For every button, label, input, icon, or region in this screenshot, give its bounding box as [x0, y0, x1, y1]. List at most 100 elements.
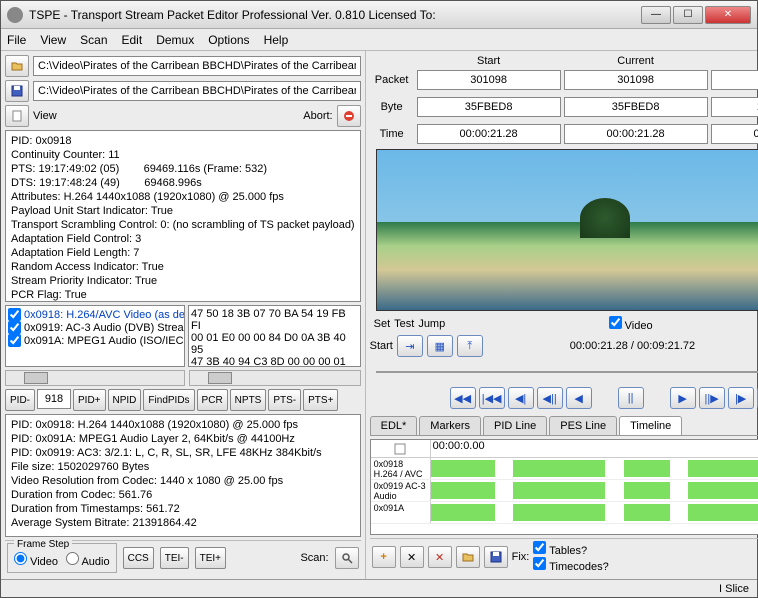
tab-timeline[interactable]: Timeline: [619, 416, 682, 435]
open-edl-button[interactable]: [456, 546, 480, 568]
folder-icon: [462, 551, 474, 563]
next-frame-button[interactable]: ||▶: [699, 387, 725, 409]
pid-list[interactable]: 0x0918: H.264/AVC Video (as defi 0x0919:…: [5, 305, 185, 367]
minimize-button[interactable]: —: [641, 6, 671, 24]
frame-audio-radio[interactable]: [66, 552, 79, 565]
pid-value[interactable]: [37, 389, 71, 409]
add-button[interactable]: +: [372, 546, 396, 568]
menu-demux[interactable]: Demux: [156, 33, 194, 47]
scan-button[interactable]: [335, 547, 359, 569]
byte-start[interactable]: [417, 97, 561, 117]
row-byte-label: Byte: [370, 101, 414, 113]
timeline-icon: [394, 443, 406, 455]
step-back-button[interactable]: ◀|: [508, 387, 534, 409]
set-start-button[interactable]: ⇥: [397, 335, 423, 357]
menu-scan[interactable]: Scan: [80, 33, 107, 47]
rewind-fast-button[interactable]: ◀◀: [450, 387, 476, 409]
stop-icon: [343, 110, 355, 122]
time-start[interactable]: [417, 124, 561, 144]
magnify-icon: [341, 552, 353, 564]
packet-end[interactable]: [711, 70, 758, 90]
packet-info-panel[interactable]: PID: 0x0918 Continuity Counter: 11 PTS: …: [5, 130, 361, 302]
ccs-button[interactable]: CCS: [123, 547, 154, 569]
save-edl-button[interactable]: [484, 546, 508, 568]
pts-plus-button[interactable]: PTS+: [303, 389, 338, 411]
row-time-label: Time: [370, 128, 414, 140]
packet-current[interactable]: [564, 70, 708, 90]
start-label: Start: [370, 340, 393, 352]
npid-button[interactable]: NPID: [108, 389, 142, 411]
floppy-icon: [490, 551, 502, 563]
seek-slider[interactable]: [376, 362, 758, 382]
time-end[interactable]: [711, 124, 758, 144]
fix-label: Fix:: [512, 551, 530, 563]
packet-start[interactable]: [417, 70, 561, 90]
tei-minus-button[interactable]: TEI-: [160, 547, 189, 569]
pause-button[interactable]: ||: [618, 387, 644, 409]
save-out-button[interactable]: [5, 80, 29, 102]
remove-button[interactable]: ✕: [428, 546, 452, 568]
maximize-button[interactable]: ☐: [673, 6, 703, 24]
rewind-button[interactable]: |◀◀: [479, 387, 505, 409]
pid-check-091a[interactable]: [8, 334, 21, 347]
fix-timecodes-check[interactable]: [533, 557, 546, 570]
findpids-button[interactable]: FindPIDs: [143, 389, 194, 411]
timeline-panel[interactable]: 00:00:0.0000:09:21.72 0x0918 H.264 / AVC…: [370, 439, 758, 535]
menu-bar: File View Scan Edit Demux Options Help: [1, 29, 757, 51]
menu-view[interactable]: View: [40, 33, 66, 47]
pid-scroll[interactable]: [5, 370, 185, 386]
video-checkbox[interactable]: [609, 316, 622, 329]
fix-tables-check[interactable]: [533, 541, 546, 554]
delete-button[interactable]: ✕: [400, 546, 424, 568]
abort-button[interactable]: [337, 105, 361, 127]
tab-pesline[interactable]: PES Line: [549, 416, 617, 435]
hex-scroll[interactable]: [189, 370, 361, 386]
view-button[interactable]: [5, 105, 29, 127]
pts-minus-button[interactable]: PTS-: [268, 389, 301, 411]
abort-label: Abort:: [303, 110, 332, 122]
test-start-label: Test: [394, 318, 414, 330]
input-path[interactable]: [33, 56, 361, 76]
pid-check-0919[interactable]: [8, 321, 21, 334]
time-display: 00:00:21.28 / 00:09:21.72: [487, 340, 758, 352]
menu-file[interactable]: File: [7, 33, 26, 47]
col-start: Start: [417, 55, 561, 67]
pcr-button[interactable]: PCR: [197, 389, 228, 411]
step-fwd-button[interactable]: |▶: [728, 387, 754, 409]
tab-pidline[interactable]: PID Line: [483, 416, 547, 435]
close-button[interactable]: ✕: [705, 6, 751, 24]
prev-frame-button[interactable]: ◀||: [537, 387, 563, 409]
frame-step-group: Frame Step Video Audio: [7, 543, 117, 573]
output-path[interactable]: [33, 81, 361, 101]
status-text: I Slice: [719, 583, 749, 595]
menu-edit[interactable]: Edit: [122, 33, 143, 47]
frame-video-radio[interactable]: [14, 552, 27, 565]
next-button[interactable]: ▶: [670, 387, 696, 409]
pid-minus-button[interactable]: PID-: [5, 389, 35, 411]
menu-help[interactable]: Help: [264, 33, 289, 47]
time-current[interactable]: [564, 124, 708, 144]
byte-end[interactable]: [711, 97, 758, 117]
jump-start-button[interactable]: ⤒: [457, 335, 483, 357]
npts-button[interactable]: NPTS: [230, 389, 267, 411]
menu-options[interactable]: Options: [208, 33, 249, 47]
floppy-icon: [11, 85, 23, 97]
hex-view[interactable]: 47 50 18 3B 07 70 BA 54 19 FB FI 00 01 E…: [188, 305, 361, 367]
pid-plus-button[interactable]: PID+: [73, 389, 106, 411]
tab-edl[interactable]: EDL*: [370, 416, 418, 435]
app-icon: [7, 7, 23, 23]
tab-markers[interactable]: Markers: [419, 416, 481, 435]
test-start-button[interactable]: ▦: [427, 335, 453, 357]
window-title: TSPE - Transport Stream Packet Editor Pr…: [29, 8, 641, 22]
page-icon: [11, 110, 23, 122]
byte-current[interactable]: [564, 97, 708, 117]
open-in-button[interactable]: [5, 55, 29, 77]
scan-label: Scan:: [300, 552, 328, 564]
prev-button[interactable]: ◀: [566, 387, 592, 409]
folder-open-icon: [11, 60, 23, 72]
stream-summary[interactable]: PID: 0x0918: H.264 1440x1088 (1920x1080)…: [5, 414, 361, 537]
pid-check-0918[interactable]: [8, 308, 21, 321]
video-preview: [376, 149, 758, 311]
set-start-label: Set: [374, 318, 391, 330]
tei-plus-button[interactable]: TEI+: [195, 547, 226, 569]
